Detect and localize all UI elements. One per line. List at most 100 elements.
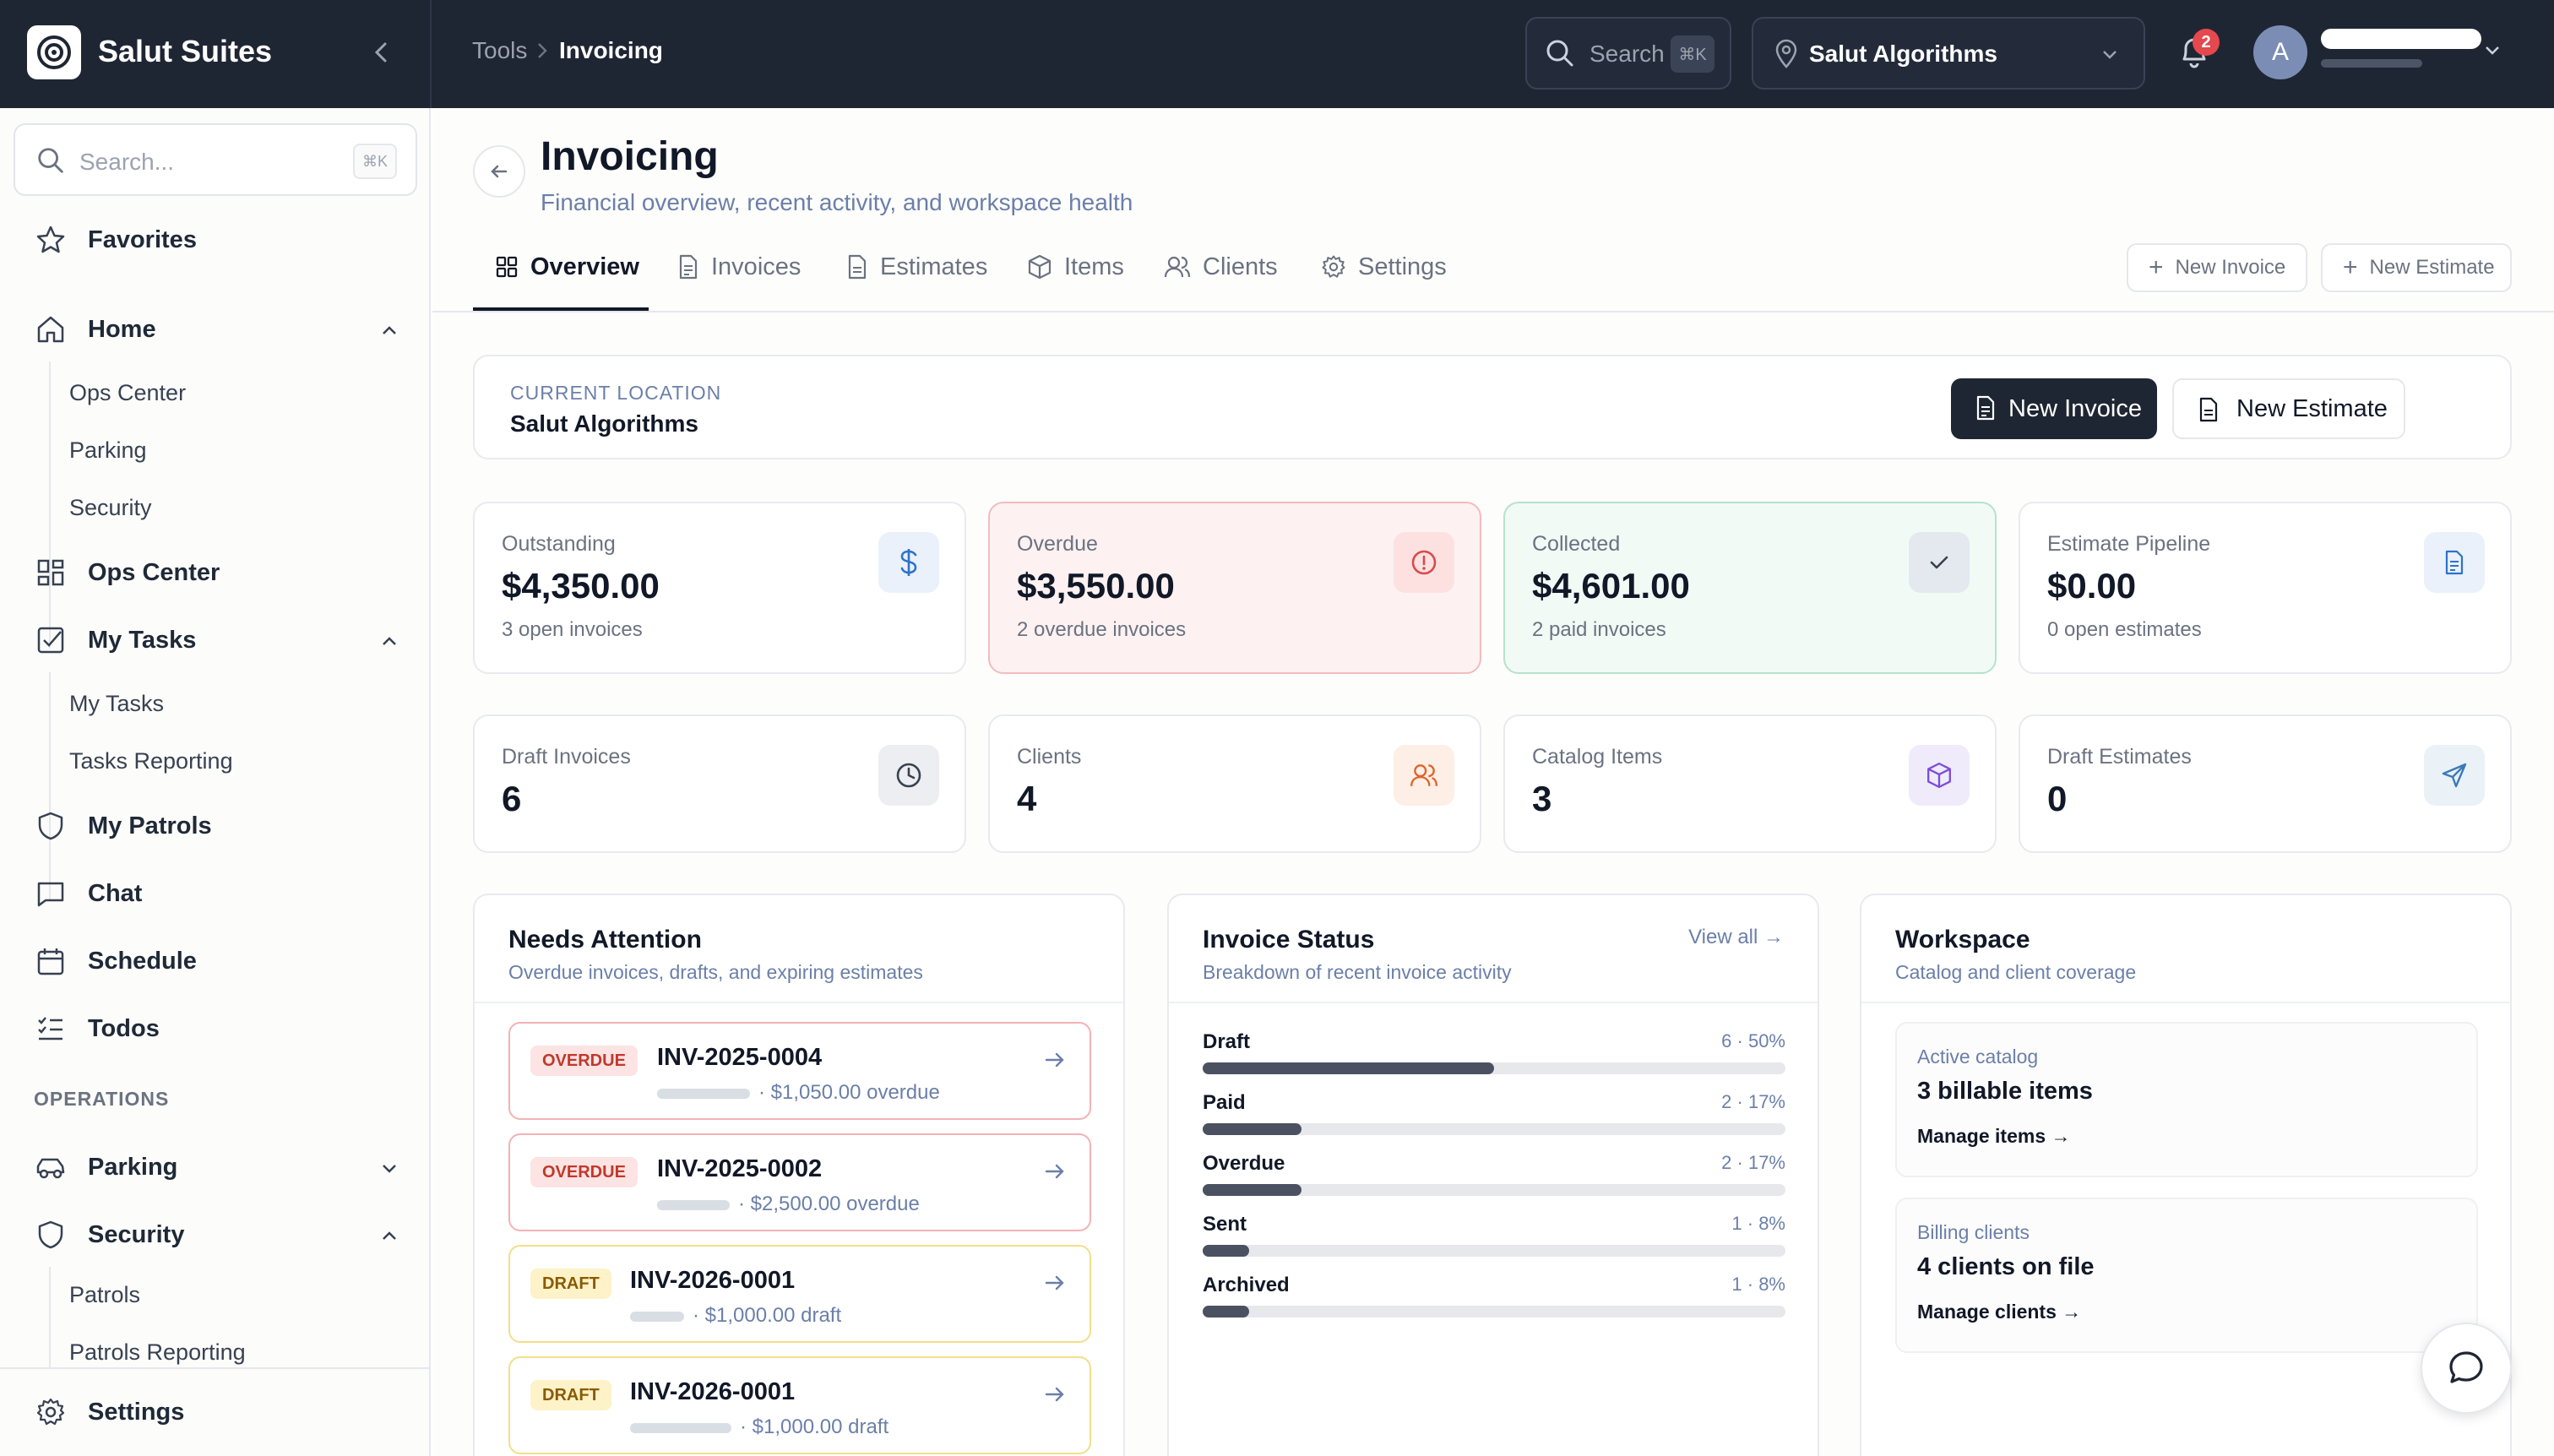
workspace-panel: Workspace Catalog and client coverage Ac… bbox=[1860, 894, 2512, 1456]
sidebar-collapse-icon[interactable] bbox=[368, 37, 394, 72]
tab-clients[interactable]: Clients bbox=[1164, 250, 1278, 284]
attention-item[interactable]: OVERDUE INV-2025-0004 · $1,050.00 overdu… bbox=[508, 1022, 1091, 1120]
sidebar-item-parking[interactable]: Parking bbox=[34, 1149, 177, 1186]
sidebar-subitem-ops-center[interactable]: Ops Center bbox=[69, 380, 186, 406]
stat-label: Overdue bbox=[1017, 532, 1098, 556]
stat-card-outstanding[interactable]: Outstanding $4,350.00 3 open invoices bbox=[473, 502, 966, 674]
status-count: 1 · 8% bbox=[1731, 1274, 1785, 1295]
chat-launcher-button[interactable] bbox=[2421, 1323, 2512, 1414]
stat-label: Catalog Items bbox=[1532, 745, 1663, 769]
sidebar-subitem-patrols[interactable]: Patrols bbox=[69, 1282, 140, 1308]
new-estimate-label: New Estimate bbox=[2236, 394, 2388, 422]
sidebar-subitem-my-tasks[interactable]: My Tasks bbox=[69, 691, 164, 717]
map-pin-icon bbox=[1774, 39, 1799, 73]
search-shortcut: ⌘K bbox=[1671, 35, 1714, 73]
status-count: 1 · 8% bbox=[1731, 1213, 1785, 1234]
sidebar-subitem-security[interactable]: Security bbox=[69, 495, 152, 521]
new-invoice-button[interactable]: New Invoice bbox=[1951, 378, 2157, 439]
tab-overview[interactable]: Overview bbox=[495, 250, 639, 284]
sidebar-item-settings[interactable]: Settings bbox=[34, 1394, 184, 1431]
tab-estimates[interactable]: Estimates bbox=[846, 250, 987, 284]
box-icon bbox=[1909, 745, 1970, 806]
manage-clients-link[interactable]: Manage clients → bbox=[1917, 1301, 2081, 1323]
chevron-down-icon[interactable] bbox=[378, 1157, 400, 1183]
back-button[interactable] bbox=[473, 145, 525, 198]
global-search-button[interactable]: Search ⌘K bbox=[1525, 17, 1731, 90]
attention-detail: · $1,000.00 draft bbox=[740, 1415, 889, 1438]
tab-settings[interactable]: Settings bbox=[1321, 250, 1447, 284]
header-new-invoice-button[interactable]: + New Invoice bbox=[2127, 243, 2307, 292]
attention-item[interactable]: OVERDUE INV-2025-0002 · $2,500.00 overdu… bbox=[508, 1133, 1091, 1231]
calendar-icon bbox=[34, 944, 68, 978]
panel-title: Workspace bbox=[1895, 926, 2030, 953]
star-icon bbox=[34, 223, 68, 257]
tab-invoices[interactable]: Invoices bbox=[677, 250, 801, 284]
sidebar-item-home[interactable]: Home bbox=[34, 311, 156, 348]
stat-card-clients[interactable]: Clients 4 bbox=[988, 714, 1481, 853]
attention-item[interactable]: DRAFT INV-2026-0001 · $1,000.00 draft bbox=[508, 1356, 1091, 1454]
sidebar-item-schedule[interactable]: Schedule bbox=[34, 943, 197, 980]
sidebar-item-security[interactable]: Security bbox=[34, 1216, 184, 1253]
sidebar-subitem-parking[interactable]: Parking bbox=[69, 437, 147, 464]
sidebar-subitem-patrols-reporting[interactable]: Patrols Reporting bbox=[69, 1339, 246, 1366]
chevron-up-icon[interactable] bbox=[378, 630, 400, 656]
sidebar-item-chat[interactable]: Chat bbox=[34, 875, 142, 912]
arrow-left-icon bbox=[491, 165, 508, 178]
chevron-up-icon[interactable] bbox=[378, 1225, 400, 1251]
file-text-icon bbox=[677, 254, 699, 280]
sidebar-item-ops-center[interactable]: Ops Center bbox=[34, 554, 220, 591]
sidebar-search-input[interactable]: Search... ⌘K bbox=[14, 123, 417, 196]
location-select[interactable]: Salut Algorithms bbox=[1752, 17, 2145, 90]
attention-item[interactable]: DRAFT INV-2026-0001 · $1,000.00 draft bbox=[508, 1245, 1091, 1343]
tab-items[interactable]: Items bbox=[1027, 250, 1124, 284]
breadcrumb-chevron-icon bbox=[535, 39, 549, 67]
header-new-estimate-button[interactable]: + New Estimate bbox=[2321, 243, 2512, 292]
status-progress-fill bbox=[1203, 1062, 1494, 1074]
sidebar-tree-line bbox=[49, 1267, 51, 1368]
status-progress-track bbox=[1203, 1306, 1785, 1317]
panel-subtitle: Breakdown of recent invoice activity bbox=[1203, 961, 1512, 983]
stat-label: Outstanding bbox=[502, 532, 616, 556]
stat-card-collected[interactable]: Collected $4,601.00 2 paid invoices bbox=[1503, 502, 1997, 674]
sidebar-subitem-tasks-reporting[interactable]: Tasks Reporting bbox=[69, 748, 233, 774]
sidebar-item-my-patrols[interactable]: My Patrols bbox=[34, 807, 212, 845]
user-menu-chevron-icon[interactable] bbox=[2481, 39, 2503, 65]
page-title: Invoicing bbox=[541, 134, 719, 179]
stat-value: 0 bbox=[2047, 779, 2068, 818]
status-name: Sent bbox=[1203, 1213, 1247, 1236]
file-icon bbox=[2198, 397, 2220, 429]
sidebar-footer-divider bbox=[0, 1367, 429, 1369]
sidebar-item-label: Security bbox=[88, 1220, 185, 1248]
attention-detail: · $1,000.00 draft bbox=[693, 1304, 842, 1327]
invoice-number: INV-2025-0002 bbox=[657, 1155, 823, 1182]
sidebar-section-heading: OPERATIONS bbox=[34, 1088, 170, 1110]
app-logo-icon[interactable] bbox=[27, 25, 81, 79]
plus-icon: + bbox=[2343, 253, 2358, 281]
panel-divider bbox=[475, 1002, 1123, 1003]
stat-card-catalog-items[interactable]: Catalog Items 3 bbox=[1503, 714, 1997, 853]
sidebar-item-favorites[interactable]: Favorites bbox=[34, 221, 197, 258]
status-count: 2 · 17% bbox=[1721, 1091, 1785, 1112]
sidebar-item-label: My Patrols bbox=[88, 812, 212, 839]
sidebar-item-label: Todos bbox=[88, 1014, 160, 1042]
stat-card-draft-estimates[interactable]: Draft Estimates 0 bbox=[2019, 714, 2512, 853]
redacted-client bbox=[657, 1199, 730, 1210]
sidebar-item-my-tasks[interactable]: My Tasks bbox=[34, 622, 196, 659]
stat-card-draft-invoices[interactable]: Draft Invoices 6 bbox=[473, 714, 966, 853]
user-avatar[interactable]: A bbox=[2253, 25, 2307, 79]
list-checks-icon bbox=[34, 1012, 68, 1046]
stat-card-overdue[interactable]: Overdue $3,550.00 2 overdue invoices bbox=[988, 502, 1481, 674]
redacted-client bbox=[630, 1422, 731, 1433]
global-search-label: Search bbox=[1589, 41, 1665, 67]
sidebar-item-todos[interactable]: Todos bbox=[34, 1010, 160, 1047]
breadcrumb-tools[interactable]: Tools bbox=[472, 37, 527, 64]
chevron-up-icon[interactable] bbox=[378, 319, 400, 345]
plus-icon: + bbox=[2149, 253, 2164, 281]
new-estimate-button[interactable]: New Estimate bbox=[2172, 378, 2405, 439]
stat-label: Estimate Pipeline bbox=[2047, 532, 2211, 556]
check-icon bbox=[1909, 532, 1970, 593]
status-count: 6 · 50% bbox=[1721, 1030, 1785, 1051]
view-all-link[interactable]: View all → bbox=[1688, 926, 1784, 949]
stat-card-estimate-pipeline[interactable]: Estimate Pipeline $0.00 0 open estimates bbox=[2019, 502, 2512, 674]
manage-items-link[interactable]: Manage items → bbox=[1917, 1125, 2071, 1148]
